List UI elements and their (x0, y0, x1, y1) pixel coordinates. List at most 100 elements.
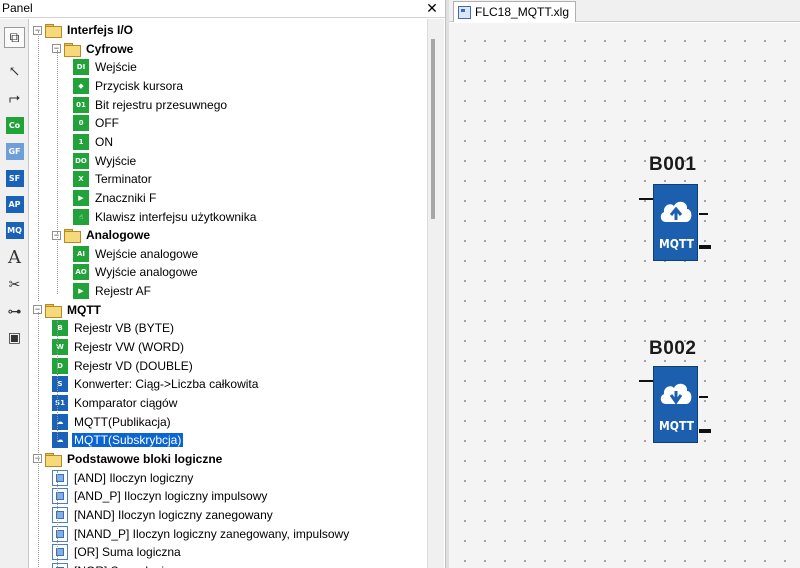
mqtt-block-body[interactable]: MQTT (653, 184, 698, 261)
panel-header: Panel ✕ (0, 0, 445, 18)
tree-item[interactable]: 0 OFF (73, 114, 121, 132)
tree-folder[interactable]: − Podstawowe bloki logiczne (33, 450, 224, 468)
block-icon: ☝ (73, 208, 89, 225)
document-tabbar: FLC18_MQTT.xlg (449, 0, 800, 22)
tree-item[interactable]: DO Wyjście (73, 152, 138, 170)
cut-connection-icon[interactable]: ✂ (4, 274, 25, 295)
sf-button[interactable]: SF (4, 168, 25, 189)
tree-item[interactable]: ☝ Klawisz interfejsu użytkownika (73, 208, 258, 226)
tree-item[interactable]: ◆ Przycisk kursora (73, 77, 185, 95)
tree-item[interactable]: [NAND] Iloczyn logiczny zanegowany (52, 506, 275, 524)
tree-item[interactable]: [NOR] Suma logiczna zanegowana (52, 562, 263, 568)
block-icon: 1 (73, 133, 89, 150)
output-pin[interactable] (699, 245, 711, 249)
block-icon: ▶ (73, 189, 89, 206)
tree-item-label: Cyfrowe (86, 41, 134, 56)
tree-item-label: [AND_P] Iloczyn logiczny impulsowy (74, 489, 268, 504)
input-pin[interactable] (639, 380, 653, 382)
block-icon (52, 525, 68, 542)
output-pin[interactable] (699, 213, 708, 215)
output-pin[interactable] (699, 396, 708, 398)
tree-item[interactable]: [NAND_P] Iloczyn logiczny zanegowany, im… (52, 525, 351, 543)
tree-item[interactable]: D Rejestr VD (DOUBLE) (52, 357, 195, 375)
block-icon: AI (73, 245, 89, 262)
tree-item[interactable]: [OR] Suma logiczna (52, 543, 183, 561)
tree-item-label: Analogowe (86, 228, 151, 243)
tree-item[interactable]: ▶ Rejestr AF (73, 282, 153, 300)
tree-item[interactable]: S Konwerter: Ciąg->Liczba całkowita (52, 375, 260, 393)
network-icon[interactable]: ⊶ (4, 301, 25, 322)
block-icon: ☁ (52, 432, 68, 449)
input-pin[interactable] (639, 198, 653, 200)
diagram-canvas[interactable]: B001 MQTT B002 MQTT (449, 23, 800, 568)
scrollbar-thumb[interactable] (431, 39, 435, 219)
tree-item-label: MQTT(Subskrybcja) (70, 432, 185, 449)
gf-button[interactable]: GF (4, 141, 25, 162)
copy-icon[interactable]: ⧉ (4, 27, 25, 48)
device-icon[interactable]: ▣ (4, 327, 25, 348)
tree-item[interactable]: 1 ON (73, 133, 115, 151)
ap-button[interactable]: AP (4, 194, 25, 215)
tree-item[interactable]: ☁ MQTT(Subskrybcja) (52, 431, 185, 449)
tree-folder[interactable]: − Cyfrowe (52, 40, 135, 58)
tree-item[interactable]: [AND] Iloczyn logiczny (52, 469, 195, 487)
block-icon (52, 562, 68, 568)
tree-folder[interactable]: − Interfejs I/O (33, 21, 135, 39)
cloud-download-icon (660, 383, 692, 405)
tree-item-label: Rejestr VD (DOUBLE) (74, 358, 193, 373)
folder-icon (45, 24, 62, 38)
tree-item[interactable]: DI Wejście (73, 58, 139, 76)
co-button[interactable]: Co (4, 115, 25, 136)
tree-item-label: Terminator (95, 172, 152, 187)
tree-item-label: Rejestr AF (95, 284, 152, 299)
mqtt-block-body[interactable]: MQTT (653, 366, 698, 443)
tree-item-label: Wyjście analogowe (95, 265, 198, 280)
tree-item[interactable]: [AND_P] Iloczyn logiczny impulsowy (52, 487, 269, 505)
tree-item-label: Wejście analogowe (95, 246, 199, 261)
tree-item-label: ON (95, 134, 113, 149)
tree-connector (38, 312, 39, 457)
block-icon (52, 469, 68, 486)
vertical-toolbar: ⧉ ↖ ⮣ Co GF SF AP MQ A ✂ ⊶ ▣ (0, 19, 29, 568)
gf-icon: GF (5, 143, 24, 160)
tree-folder[interactable]: − Analogowe (52, 226, 152, 244)
tree-scrollbar[interactable] (427, 19, 444, 568)
folder-icon (45, 452, 62, 467)
pointer-icon[interactable]: ↖ (4, 61, 25, 82)
tab-flc18-mqtt[interactable]: FLC18_MQTT.xlg (453, 1, 577, 22)
block-icon: ◆ (73, 77, 89, 94)
tree-item[interactable]: W Rejestr VW (WORD) (52, 338, 186, 356)
block-icon: D (52, 357, 68, 374)
output-pin[interactable] (699, 429, 711, 433)
tree-item-label: MQTT (67, 302, 101, 317)
mq-button[interactable]: MQ (4, 220, 25, 241)
tree-item-label: MQTT(Publikacja) (74, 414, 171, 429)
tree-item[interactable]: ▶ Znaczniki F (73, 189, 158, 207)
tree-item-label: [NAND] Iloczyn logiczny zanegowany (74, 507, 273, 522)
tree-folder[interactable]: − MQTT (33, 301, 103, 319)
tree-item[interactable]: AI Wejście analogowe (73, 245, 200, 263)
text-tool-icon[interactable]: A (4, 247, 25, 268)
close-icon[interactable]: ✕ (424, 0, 440, 17)
tree-item-label: [OR] Suma logiczna (74, 545, 181, 560)
tree-item[interactable]: ☁ MQTT(Publikacja) (52, 413, 173, 431)
tree-item[interactable]: S1 Komparator ciągów (52, 394, 179, 412)
tree-item[interactable]: AO Wyjście analogowe (73, 263, 200, 281)
connector-icon[interactable]: ⮣ (4, 87, 25, 108)
sf-icon: SF (5, 170, 24, 187)
block-icon: 0 (73, 115, 89, 132)
block-label: MQTT (659, 237, 694, 251)
tree-item-label: Podstawowe bloki logiczne (67, 451, 223, 466)
tree-connector (38, 31, 39, 301)
tree-connector (38, 459, 39, 568)
block-icon: W (52, 339, 68, 356)
block-icon: X (73, 171, 89, 188)
tree-item[interactable]: B Rejestr VB (BYTE) (52, 319, 176, 337)
tree-item[interactable]: 01 Bit rejestru przesuwnego (73, 96, 229, 114)
block-label: MQTT (659, 419, 694, 433)
block-icon (52, 544, 68, 561)
block-icon: DI (73, 59, 89, 76)
tree-item[interactable]: X Terminator (73, 170, 154, 188)
block-icon (52, 488, 68, 505)
block-tree: − Interfejs I/O − Cyfrowe DI Wejście ◆ Przycisk… (30, 19, 427, 568)
